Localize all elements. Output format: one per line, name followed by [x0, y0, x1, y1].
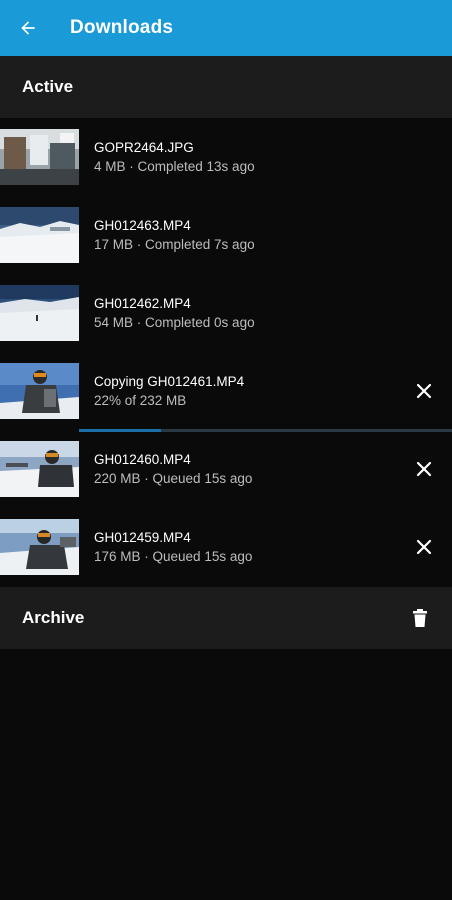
item-filename: GH012463.MP4: [94, 218, 191, 233]
item-filename: GH012459.MP4: [94, 530, 191, 545]
item-status: 176 MB · Queued 15s ago: [94, 549, 253, 564]
item-status: 17 MB · Completed 7s ago: [94, 237, 255, 252]
arrow-left-icon: [21, 21, 35, 35]
close-icon: [416, 461, 432, 477]
download-item[interactable]: GH012460.MP4 220 MB · Queued 15s ago: [0, 430, 452, 508]
download-item[interactable]: GH012462.MP4 54 MB · Completed 0s ago: [0, 274, 452, 352]
thumbnail: [0, 519, 79, 575]
item-filename: GH012460.MP4: [94, 452, 191, 467]
trash-icon: [413, 609, 427, 627]
app-bar: Downloads: [0, 0, 452, 56]
close-icon: [416, 383, 432, 399]
item-status: 4 MB · Completed 13s ago: [94, 159, 255, 174]
delete-archive-button[interactable]: [408, 606, 432, 630]
item-status: 54 MB · Completed 0s ago: [94, 315, 255, 330]
back-button[interactable]: [10, 10, 46, 46]
item-status: 220 MB · Queued 15s ago: [94, 471, 253, 486]
download-item[interactable]: Copying GH012461.MP4 22% of 232 MB: [0, 352, 452, 432]
cancel-button[interactable]: [410, 455, 438, 483]
item-filename: GOPR2464.JPG: [94, 140, 194, 155]
download-item[interactable]: GOPR2464.JPG 4 MB · Completed 13s ago: [0, 118, 452, 196]
active-section-header: Active: [0, 56, 452, 118]
cancel-button[interactable]: [410, 533, 438, 561]
thumbnail: [0, 129, 79, 185]
download-item[interactable]: GH012459.MP4 176 MB · Queued 15s ago: [0, 508, 452, 586]
archive-section-title: Archive: [22, 608, 85, 627]
download-list: GOPR2464.JPG 4 MB · Completed 13s ago GH…: [0, 118, 452, 586]
thumbnail: [0, 363, 79, 419]
item-filename: GH012462.MP4: [94, 296, 191, 311]
cancel-button[interactable]: [410, 377, 438, 405]
thumbnail: [0, 207, 79, 263]
download-item[interactable]: GH012463.MP4 17 MB · Completed 7s ago: [0, 196, 452, 274]
archive-section-header[interactable]: Archive: [0, 587, 452, 649]
page-title: Downloads: [70, 17, 174, 38]
close-icon: [416, 539, 432, 555]
active-section-title: Active: [22, 77, 74, 96]
item-status: 22% of 232 MB: [94, 393, 187, 408]
thumbnail: [0, 441, 79, 497]
thumbnail: [0, 285, 79, 341]
item-filename: Copying GH012461.MP4: [94, 374, 245, 389]
